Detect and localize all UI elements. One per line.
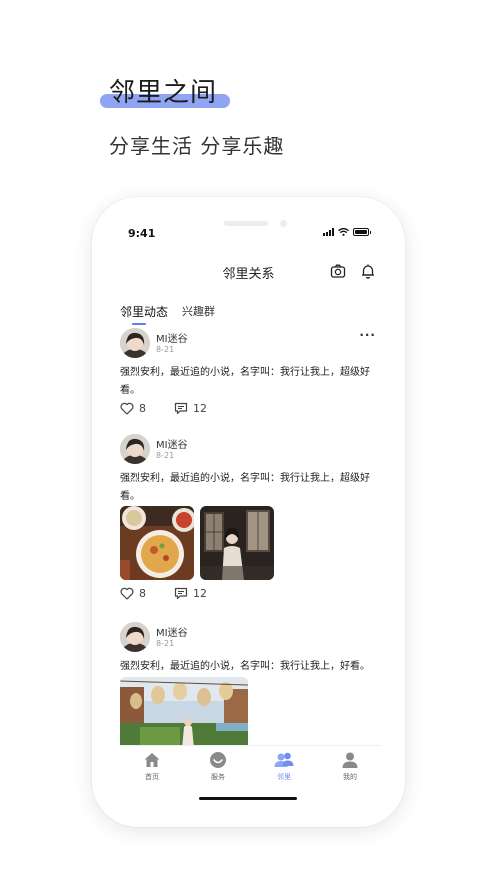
heart-icon [120, 402, 134, 415]
tab-profile[interactable]: 我的 [328, 746, 372, 789]
nav-title: 邻里关系 [222, 267, 275, 282]
bell-icon[interactable] [360, 263, 376, 279]
tab-label: 服务 [211, 773, 225, 781]
more-options-icon[interactable]: ··· [359, 328, 376, 342]
lantern-garden-photo[interactable] [120, 677, 248, 749]
home-indicator [199, 797, 297, 800]
camera-icon[interactable] [330, 263, 346, 279]
portrait-photo[interactable] [200, 506, 274, 580]
phone-speaker [224, 221, 268, 226]
home-icon [144, 753, 160, 767]
post-author[interactable]: MI迷谷 [156, 436, 188, 451]
post-author[interactable]: MI迷谷 [156, 330, 188, 345]
tab-service[interactable]: 服务 [196, 746, 240, 789]
tab-label: 邻里 [277, 773, 291, 781]
tab-label: 我的 [343, 773, 357, 781]
comment-icon [174, 587, 188, 600]
post-actions: 8 12 [120, 587, 207, 600]
phone-mockup: 9:41 邻里关系 邻里动态 兴趣群 MI迷谷 8-21 ··· 强烈安利，最近… [92, 197, 405, 827]
profile-icon [342, 752, 358, 768]
avatar[interactable] [120, 434, 150, 464]
status-time: 9:41 [128, 227, 156, 240]
like-count: 8 [139, 587, 146, 600]
tab-neighborhood-feed[interactable]: 邻里动态 [120, 303, 169, 325]
post-author[interactable]: MI迷谷 [156, 624, 188, 639]
tab-label: 首页 [145, 773, 159, 781]
tab-label: 邻里动态 [120, 305, 169, 319]
status-icons [323, 228, 371, 236]
post-date: 8-21 [156, 345, 175, 354]
feed-tabs: 邻里动态 兴趣群 [120, 303, 215, 325]
promo-title: 邻里之间 [109, 78, 218, 108]
like-button[interactable]: 8 [120, 587, 174, 600]
like-button[interactable]: 8 [120, 402, 174, 415]
feed-post: MI迷谷 8-21 ··· 强烈安利，最近追的小说，名字叫：我行让我上，超级好看… [120, 328, 380, 424]
comment-icon [174, 402, 188, 415]
post-date: 8-21 [156, 451, 175, 460]
post-text: 强烈安利，最近追的小说，名字叫：我行让我上，超级好看。 [120, 473, 370, 502]
bottom-tab-bar: 首页 服务 邻里 我的 [120, 745, 382, 789]
like-count: 8 [139, 402, 146, 415]
comment-button[interactable]: 12 [174, 402, 207, 415]
promo-title-block: 邻里之间 [100, 70, 240, 114]
comment-count: 12 [193, 402, 207, 415]
food-photo[interactable] [120, 506, 194, 580]
battery-icon [353, 228, 371, 236]
active-tab-indicator [132, 323, 146, 325]
post-date: 8-21 [156, 639, 175, 648]
feed-post: MI迷谷 8-21 强烈安利，最近追的小说，名字叫：我行让我上，超级好看。 8 … [120, 434, 380, 614]
avatar[interactable] [120, 622, 150, 652]
promo-subtitle: 分享生活 分享乐趣 [109, 134, 285, 158]
post-actions: 8 12 [120, 402, 207, 415]
signal-icon [323, 228, 334, 236]
comment-button[interactable]: 12 [174, 587, 207, 600]
post-text: 强烈安利，最近追的小说，名字叫：我行让我上，好看。 [120, 661, 370, 672]
post-text: 强烈安利，最近追的小说，名字叫：我行让我上，超级好看。 [120, 367, 370, 396]
tab-label: 兴趣群 [182, 305, 216, 318]
tab-neighbors[interactable]: 邻里 [262, 746, 306, 789]
phone-front-camera [280, 220, 287, 227]
wifi-icon [338, 228, 349, 236]
avatar[interactable] [120, 328, 150, 358]
heart-icon [120, 587, 134, 600]
comment-count: 12 [193, 587, 207, 600]
feed-post: MI迷谷 8-21 强烈安利，最近追的小说，名字叫：我行让我上，好看。 [120, 622, 380, 749]
tab-interest-groups[interactable]: 兴趣群 [182, 303, 215, 319]
tab-home[interactable]: 首页 [130, 746, 174, 789]
neighbors-icon [274, 752, 294, 767]
smile-icon [210, 752, 226, 768]
